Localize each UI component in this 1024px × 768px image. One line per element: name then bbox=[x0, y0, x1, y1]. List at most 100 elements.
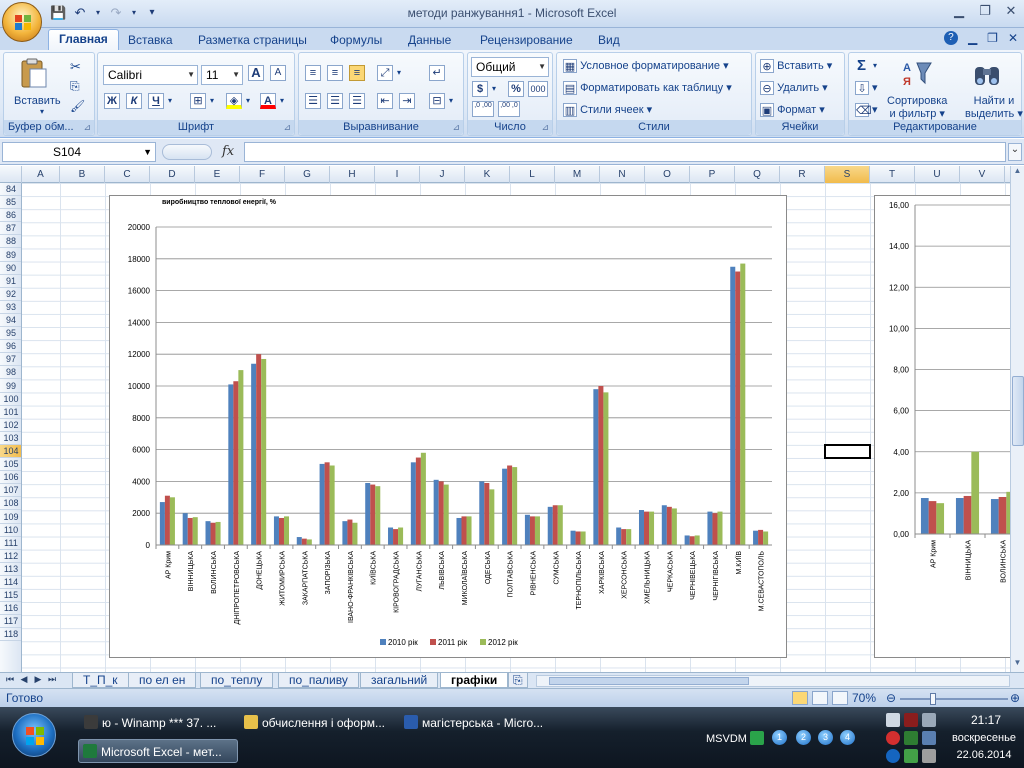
task-winamp[interactable]: ю - Winamp *** 37. ... bbox=[80, 711, 238, 735]
bold-button[interactable]: Ж bbox=[104, 93, 120, 109]
decrease-decimal-button[interactable]: ,00 ,0 bbox=[498, 101, 520, 117]
tray-power-icon[interactable] bbox=[904, 749, 918, 763]
row-header-103[interactable]: 103 bbox=[0, 432, 21, 445]
paste-dropdown-icon[interactable]: ▾ bbox=[40, 107, 44, 116]
binoculars-icon[interactable] bbox=[971, 57, 1003, 89]
sheet-tab-po-palyvu[interactable]: по_паливу bbox=[278, 673, 359, 688]
sheet-tab-po-teplu[interactable]: по_теплу bbox=[200, 673, 274, 688]
cell-styles-button[interactable]: ▥ Стили ячеек ▾ bbox=[563, 103, 652, 118]
tray-language[interactable]: MSVDM bbox=[706, 733, 747, 745]
column-header-k[interactable]: K bbox=[465, 166, 510, 183]
column-header-g[interactable]: G bbox=[285, 166, 330, 183]
name-box[interactable]: S104 ▼ bbox=[2, 142, 156, 162]
sheet-tab-zahalnyi[interactable]: загальний bbox=[360, 673, 439, 688]
row-header-114[interactable]: 114 bbox=[0, 576, 21, 589]
tray-app-icon[interactable] bbox=[904, 731, 918, 745]
sort-filter-button[interactable]: Сортировка и фильтр ▾ bbox=[887, 95, 947, 120]
autosum-dropdown-icon[interactable]: ▾ bbox=[873, 61, 877, 70]
grow-font-button[interactable]: A bbox=[248, 65, 264, 81]
column-header-o[interactable]: O bbox=[645, 166, 690, 183]
tray-desktop-4[interactable]: 4 bbox=[840, 730, 855, 745]
vertical-scrollbar[interactable]: ▲ ▼ bbox=[1010, 166, 1024, 672]
row-header-99[interactable]: 99 bbox=[0, 380, 21, 393]
page-break-view-icon[interactable] bbox=[832, 691, 848, 705]
expand-formula-bar-icon[interactable]: ⌄ bbox=[1008, 143, 1022, 161]
thousands-button[interactable]: 000 bbox=[528, 81, 548, 97]
row-header-100[interactable]: 100 bbox=[0, 393, 21, 406]
horizontal-scroll-thumb[interactable] bbox=[549, 677, 749, 685]
chart-main[interactable]: виробництво теплової енергії, % 0 2000 4000… bbox=[109, 195, 787, 658]
increase-indent-button[interactable]: ⇥ bbox=[399, 93, 415, 109]
tray-desktop-3[interactable]: 3 bbox=[818, 730, 833, 745]
font-color-button[interactable]: A bbox=[260, 93, 276, 109]
decrease-indent-button[interactable]: ⇤ bbox=[377, 93, 393, 109]
active-cell[interactable] bbox=[824, 444, 871, 460]
office-button[interactable] bbox=[2, 2, 42, 42]
column-header-p[interactable]: P bbox=[690, 166, 735, 183]
column-header-m[interactable]: M bbox=[555, 166, 600, 183]
row-header-85[interactable]: 85 bbox=[0, 196, 21, 210]
merge-dropdown-icon[interactable]: ▾ bbox=[449, 96, 453, 105]
format-cells-button[interactable]: ▣ Формат ▾ bbox=[760, 103, 825, 118]
format-painter-icon[interactable]: 🖌 bbox=[70, 99, 85, 113]
prev-sheet-icon[interactable]: ◀ bbox=[18, 674, 30, 685]
last-sheet-icon[interactable]: ⏭ bbox=[46, 674, 58, 685]
align-middle-button[interactable]: ≡ bbox=[327, 65, 343, 81]
format-as-table-button[interactable]: ▤ Форматировать как таблицу ▾ bbox=[563, 81, 732, 96]
percent-button[interactable]: % bbox=[508, 81, 524, 97]
column-header-j[interactable]: J bbox=[420, 166, 465, 183]
column-header-r[interactable]: R bbox=[780, 166, 825, 183]
task-excel[interactable]: Microsoft Excel - мет... bbox=[78, 739, 238, 763]
zoom-out-icon[interactable]: ⊖ bbox=[886, 691, 896, 705]
tab-page-layout[interactable]: Разметка страницы bbox=[188, 31, 317, 50]
increase-decimal-button[interactable]: ,0 ,00 bbox=[472, 101, 494, 117]
fill-color-button[interactable]: ◈ bbox=[226, 93, 242, 109]
column-header-h[interactable]: H bbox=[330, 166, 375, 183]
shrink-font-button[interactable]: A bbox=[270, 65, 286, 81]
font-color-dropdown-icon[interactable]: ▾ bbox=[280, 96, 284, 105]
paste-button[interactable]: Вставить bbox=[14, 95, 61, 107]
align-left-button[interactable]: ☰ bbox=[305, 93, 321, 109]
wrap-text-button[interactable]: ↵ bbox=[429, 65, 445, 81]
next-sheet-icon[interactable]: ▶ bbox=[32, 674, 44, 685]
orientation-button[interactable]: ⤢ bbox=[377, 65, 393, 81]
underline-button[interactable]: Ч bbox=[148, 93, 164, 109]
tray-alert-icon[interactable] bbox=[886, 731, 900, 745]
column-header-t[interactable]: T bbox=[870, 166, 915, 183]
formula-bar-splitter[interactable] bbox=[162, 144, 212, 160]
autosum-button[interactable]: Σ bbox=[857, 57, 866, 74]
row-header-108[interactable]: 108 bbox=[0, 497, 21, 511]
tab-insert[interactable]: Вставка bbox=[118, 31, 183, 50]
row-header-88[interactable]: 88 bbox=[0, 235, 21, 249]
row-header-113[interactable]: 113 bbox=[0, 563, 21, 576]
row-header-91[interactable]: 91 bbox=[0, 275, 21, 288]
fill-color-dropdown-icon[interactable]: ▾ bbox=[246, 96, 250, 105]
tab-data[interactable]: Данные bbox=[398, 31, 461, 50]
copy-icon[interactable]: ⎘ bbox=[70, 79, 80, 94]
column-header-a[interactable]: A bbox=[22, 166, 60, 183]
column-header-f[interactable]: F bbox=[240, 166, 285, 183]
tray-desktop-2[interactable]: 2 bbox=[796, 730, 811, 745]
column-header-l[interactable]: L bbox=[510, 166, 555, 183]
tab-home[interactable]: Главная bbox=[48, 29, 119, 50]
row-header-106[interactable]: 106 bbox=[0, 471, 21, 485]
currency-button[interactable]: $ bbox=[472, 81, 488, 97]
zoom-in-icon[interactable]: ⊕ bbox=[1010, 691, 1020, 705]
tray-time[interactable]: 21:17 bbox=[948, 713, 1024, 727]
scroll-down-icon[interactable]: ▼ bbox=[1011, 658, 1024, 672]
align-center-button[interactable]: ☰ bbox=[327, 93, 343, 109]
close-icon[interactable]: ✕ bbox=[1002, 3, 1020, 19]
font-size-select[interactable]: 11 ▼ bbox=[201, 65, 243, 85]
workbook-close-icon[interactable]: ✕ bbox=[1008, 31, 1018, 45]
column-header-d[interactable]: D bbox=[150, 166, 195, 183]
row-header-94[interactable]: 94 bbox=[0, 314, 21, 327]
insert-cells-button[interactable]: ⊕ Вставить ▾ bbox=[760, 59, 832, 74]
column-header-i[interactable]: I bbox=[375, 166, 420, 183]
row-header-118[interactable]: 118 bbox=[0, 628, 21, 642]
font-name-select[interactable]: Calibri ▼ bbox=[103, 65, 198, 85]
tray-display-icon[interactable] bbox=[886, 713, 900, 727]
cut-icon[interactable]: ✂ bbox=[70, 59, 81, 75]
maximize-icon[interactable]: ❐ bbox=[976, 3, 994, 19]
task-word[interactable]: магістерська - Micro... bbox=[400, 711, 558, 735]
tab-view[interactable]: Вид bbox=[588, 31, 630, 50]
